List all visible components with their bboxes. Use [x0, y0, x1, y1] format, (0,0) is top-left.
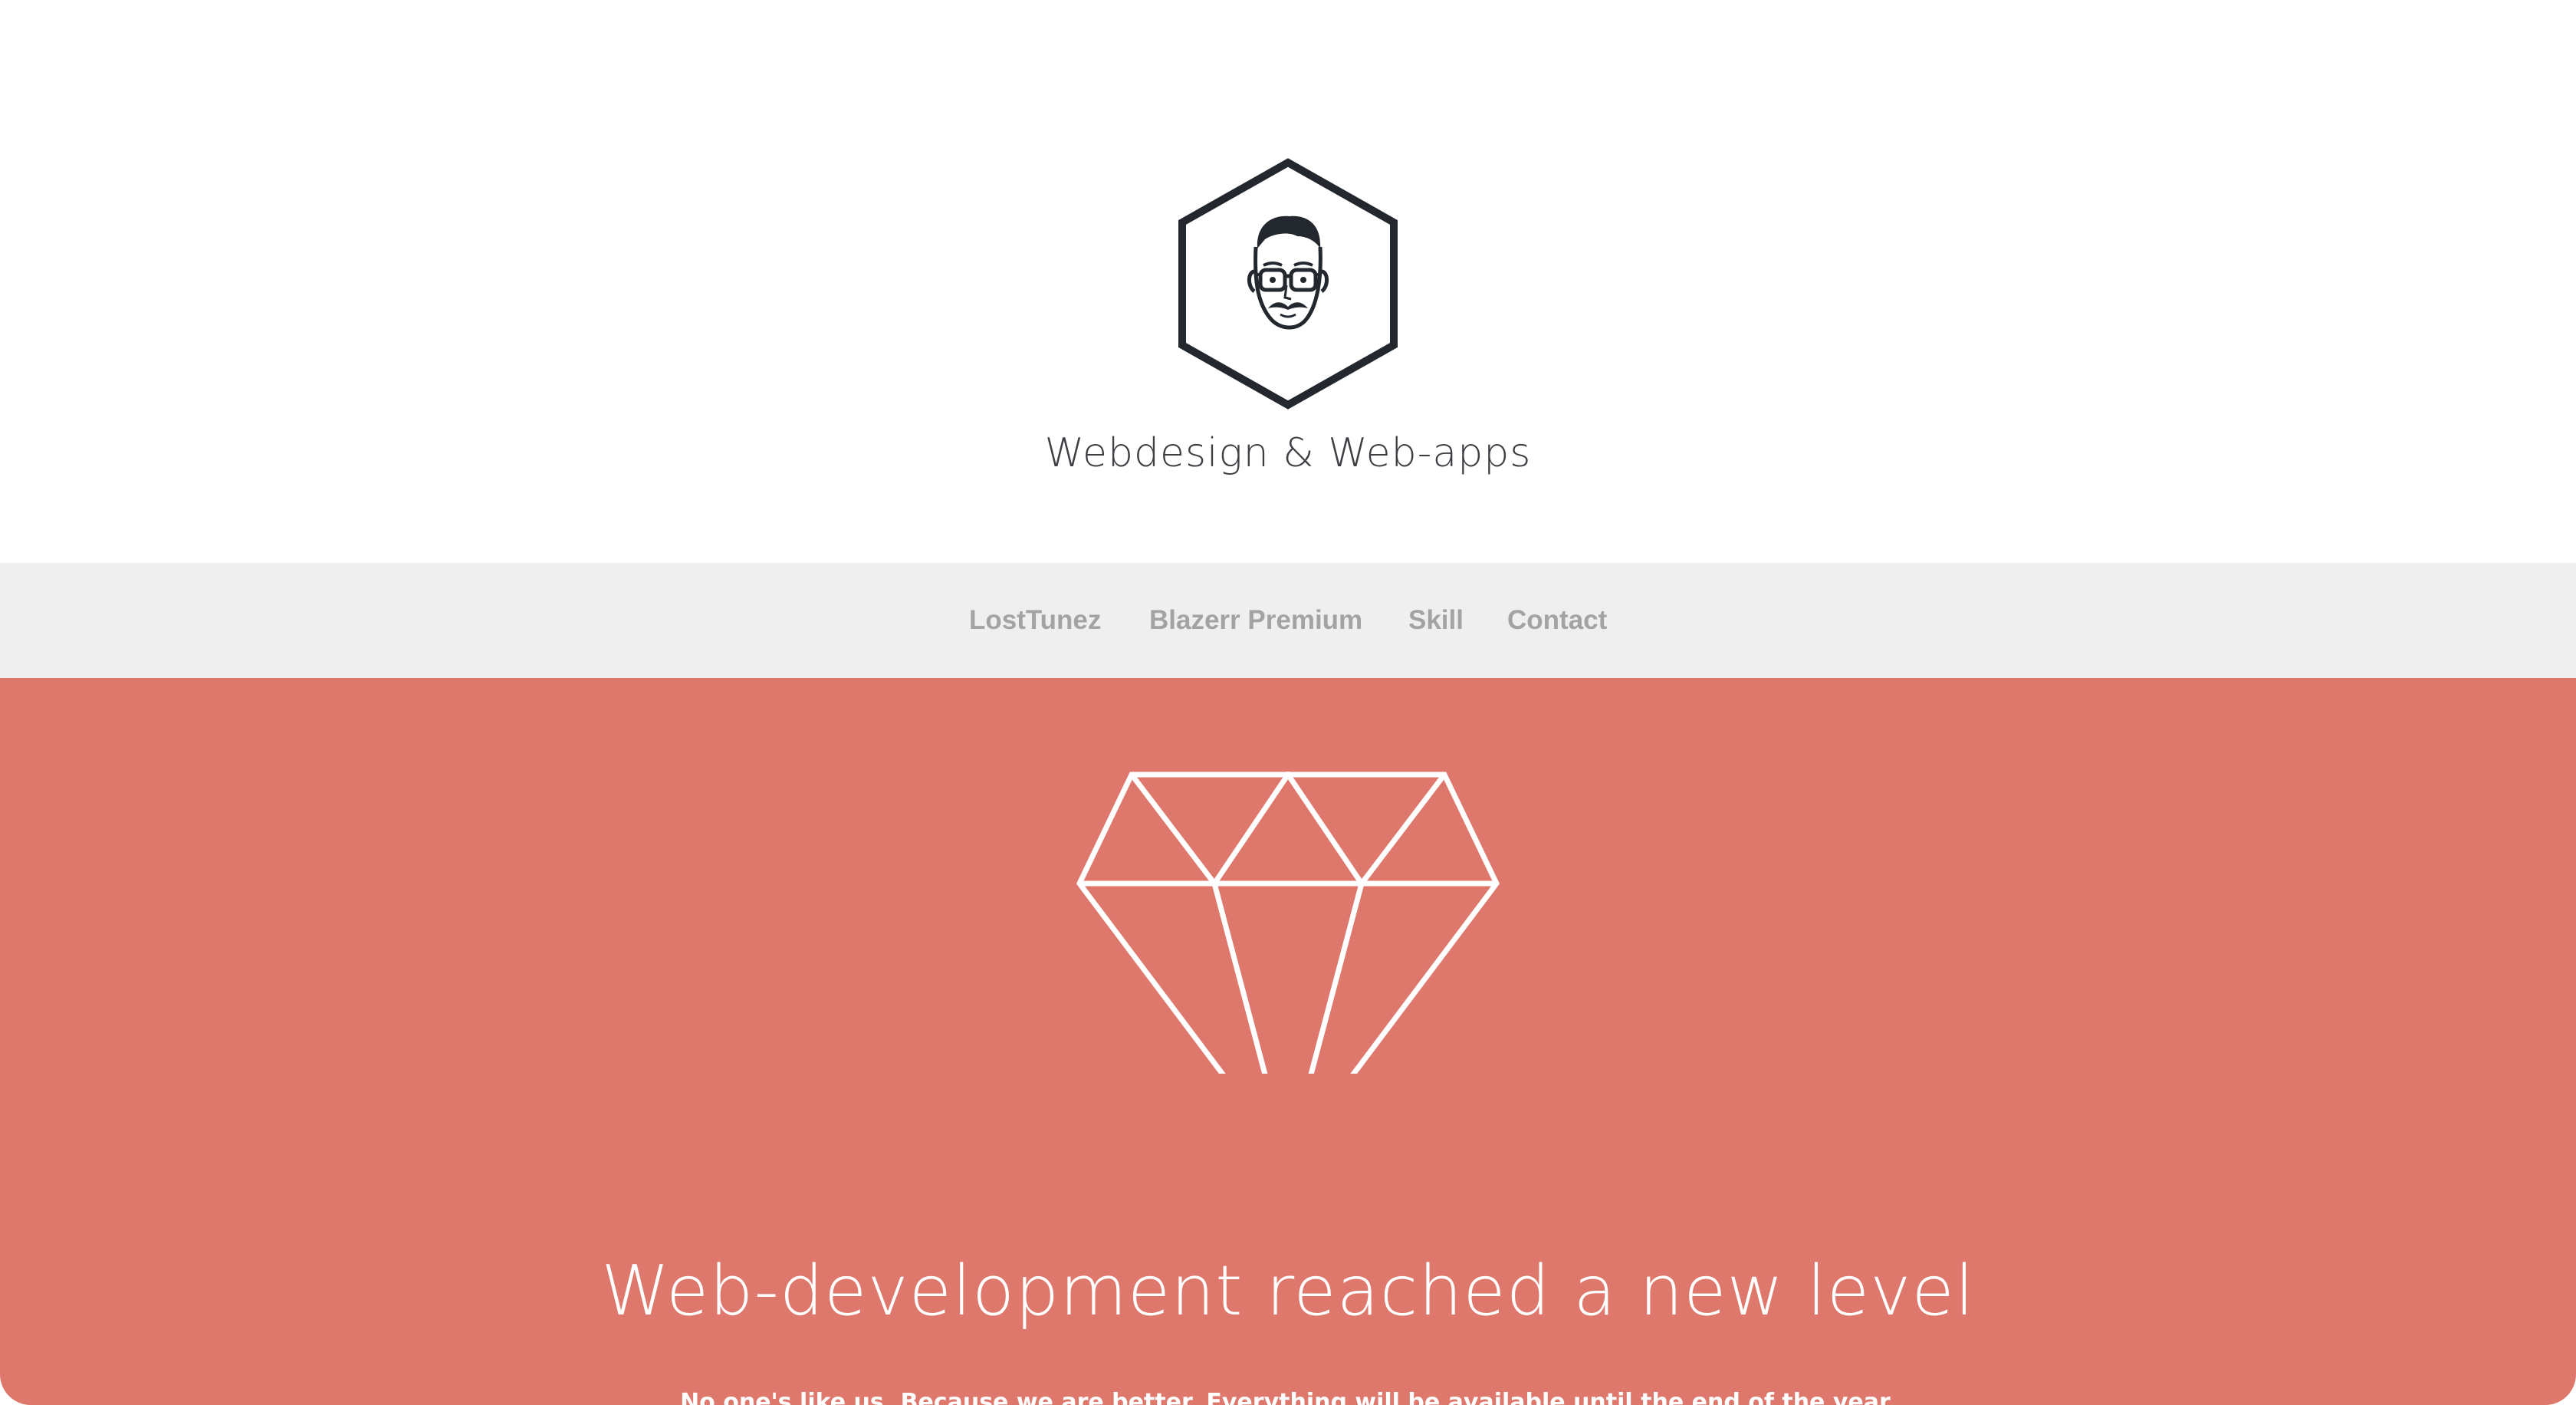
hexagon-avatar-icon[interactable] — [1175, 156, 1401, 410]
nav-item-blazerr-premium[interactable]: Blazerr Premium — [1149, 563, 1362, 678]
diamond-icon — [1076, 772, 1500, 1074]
site-tagline: Webdesign & Web-apps — [1044, 430, 1532, 476]
nav-item-skill[interactable]: Skill — [1408, 563, 1464, 678]
site-header: Webdesign & Web-apps — [0, 0, 2576, 563]
hero-section: Web-development reached a new level No o… — [0, 678, 2576, 1405]
page: Webdesign & Web-apps LostTunez Blazerr P… — [0, 0, 2576, 1405]
nav-item-contact[interactable]: Contact — [1507, 563, 1607, 678]
nav-item-losttunez[interactable]: LostTunez — [969, 563, 1101, 678]
hero-subtitle: No one's like us. Because we are better.… — [680, 1389, 1896, 1405]
main-navigation: LostTunez Blazerr Premium Skill Contact — [0, 563, 2576, 678]
hero-title: Web-development reached a new level — [601, 1251, 1975, 1331]
